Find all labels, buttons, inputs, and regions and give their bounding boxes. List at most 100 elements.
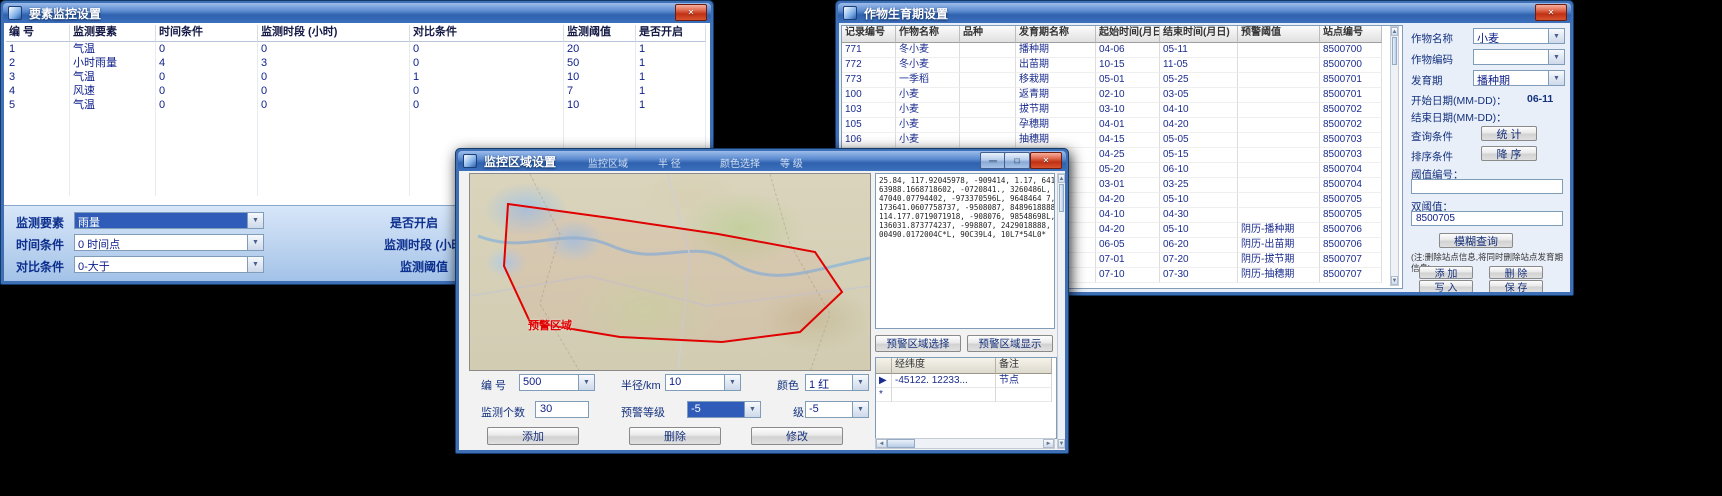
table-row[interactable]: 4风速00071 — [6, 84, 708, 98]
scroll-right-icon[interactable]: ► — [1043, 439, 1054, 448]
scroll-left-icon[interactable]: ◄ — [876, 439, 887, 448]
table-row[interactable]: 1气温000201 — [6, 42, 708, 56]
table-cell — [156, 112, 258, 126]
table-row[interactable]: 3气温001101 — [6, 70, 708, 84]
table-row[interactable]: * — [876, 388, 1056, 402]
chevron-down-icon[interactable]: ▼ — [1548, 50, 1564, 64]
monitor-count-input[interactable]: 30 — [535, 401, 589, 418]
table-row[interactable]: 103小麦拔节期03-1004-108500702 — [842, 103, 1402, 118]
titlebar[interactable]: 作物生育期设置 — [838, 3, 1571, 23]
table-row[interactable]: 106小麦抽穗期04-1505-058500703 — [842, 133, 1402, 148]
column-header[interactable]: 预警阈值 — [1238, 26, 1320, 43]
radius-select[interactable]: 10 ▼ — [665, 374, 741, 391]
table-row[interactable]: 771冬小麦播种期04-0605-118500700 — [842, 43, 1402, 58]
column-header[interactable]: 是否开启 — [636, 25, 706, 42]
crop-code-select[interactable]: ▼ — [1473, 49, 1565, 65]
column-header[interactable]: 品种 — [960, 26, 1016, 43]
coordinates-textarea[interactable]: 25.84, 117.92045978, -909414, 1.17, 6419… — [875, 173, 1055, 329]
column-header[interactable]: 起始时间(月日) — [1096, 26, 1160, 43]
add-button[interactable]: 添加 — [487, 427, 579, 445]
chevron-down-icon[interactable]: ▼ — [1548, 29, 1564, 43]
delete-button[interactable]: 删除 — [629, 427, 721, 445]
scrollbar-thumb[interactable] — [887, 439, 915, 448]
fuzzy-query-button[interactable]: 模糊查询 — [1439, 233, 1513, 248]
delete-button[interactable]: 删 除 — [1489, 266, 1543, 279]
chevron-down-icon[interactable]: ▼ — [247, 257, 263, 272]
table-row[interactable]: 105小麦孕穗期04-0104-208500702 — [842, 118, 1402, 133]
chevron-down-icon[interactable]: ▼ — [724, 375, 740, 390]
column-header[interactable]: 结束时间(月日) — [1160, 26, 1238, 43]
table-row[interactable]: 5气温000101 — [6, 98, 708, 112]
scroll-up-icon[interactable]: ▲ — [1058, 174, 1065, 183]
chevron-down-icon[interactable]: ▼ — [852, 402, 868, 417]
scrollbar-thumb[interactable] — [1392, 37, 1397, 65]
time-condition-select[interactable]: 0 时间点 ▼ — [74, 234, 264, 251]
close-icon[interactable]: ✕ — [1030, 152, 1062, 169]
table-cell — [6, 126, 70, 140]
points-table[interactable]: 经纬度备注▶-45122. 12233...节点* — [875, 357, 1057, 439]
column-header[interactable]: 监测时段 (小时) — [258, 25, 410, 42]
close-icon[interactable]: ✕ — [1535, 4, 1567, 21]
column-header[interactable]: 时间条件 — [156, 25, 258, 42]
modify-button[interactable]: 修改 — [751, 427, 843, 445]
column-header[interactable]: 对比条件 — [410, 25, 564, 42]
compare-condition-select[interactable]: 0-大于 ▼ — [74, 256, 264, 273]
column-header[interactable]: 站点编号 — [1320, 26, 1382, 43]
scrollbar-thumb[interactable] — [1059, 184, 1064, 212]
column-header[interactable]: 编 号 — [6, 25, 70, 42]
chevron-down-icon[interactable]: ▼ — [744, 402, 760, 417]
column-header[interactable]: 作物名称 — [896, 26, 960, 43]
stage-select[interactable]: 播种期 ▼ — [1473, 70, 1565, 86]
select-area-button[interactable]: 预警区域选择 — [875, 335, 961, 352]
table-row[interactable]: ▶-45122. 12233...节点 — [876, 374, 1056, 388]
table-vertical-scrollbar[interactable]: ▲ ▼ — [1390, 26, 1399, 286]
column-header[interactable]: 记录编号 — [842, 26, 896, 43]
scrollbar-track[interactable] — [915, 439, 1043, 448]
scroll-down-icon[interactable]: ▼ — [1391, 276, 1398, 285]
query-button[interactable]: 统 计 — [1481, 126, 1537, 141]
points-horizontal-scrollbar[interactable]: ◄ ► — [875, 438, 1055, 449]
warn-level-select[interactable]: -5 ▼ — [687, 401, 761, 418]
column-header[interactable]: 发育期名称 — [1016, 26, 1096, 43]
table-row[interactable]: 772冬小麦出苗期10-1511-058500700 — [842, 58, 1402, 73]
element-select[interactable]: 雨量 ▼ — [74, 212, 264, 229]
show-area-button[interactable]: 预警区域显示 — [967, 335, 1053, 352]
chevron-down-icon[interactable]: ▼ — [578, 375, 594, 390]
titlebar[interactable]: 要素监控设置 — [3, 3, 711, 23]
table-row[interactable]: 100小麦返青期02-1003-058500701 — [842, 88, 1402, 103]
minimize-icon[interactable]: — — [980, 152, 1006, 169]
column-header[interactable]: 经纬度 — [892, 358, 996, 374]
close-icon[interactable]: ✕ — [675, 4, 707, 21]
chevron-down-icon[interactable]: ▼ — [852, 375, 868, 390]
sort-button[interactable]: 降 序 — [1481, 146, 1537, 161]
chevron-down-icon[interactable]: ▼ — [247, 213, 263, 228]
station-input[interactable]: 8500705 — [1411, 211, 1563, 226]
column-header[interactable]: 备注 — [996, 358, 1052, 374]
maximize-icon[interactable]: □ — [1004, 152, 1030, 169]
scroll-up-icon[interactable]: ▲ — [1391, 27, 1398, 36]
chevron-down-icon[interactable]: ▼ — [247, 235, 263, 250]
write-button[interactable]: 写 入 — [1419, 280, 1473, 292]
chevron-down-icon[interactable]: ▼ — [1548, 71, 1564, 85]
panel-vertical-scrollbar[interactable]: ▲ ▼ — [1057, 173, 1065, 449]
titlebar[interactable]: 监控区域设置 监控区域 半 径 颜色选择 等 级 — [458, 151, 1066, 171]
table-cell: 阴历-出苗期 — [1238, 238, 1320, 253]
add-button[interactable]: 添 加 — [1419, 266, 1473, 279]
table-cell: 小麦 — [896, 88, 960, 103]
column-header[interactable]: 监测阈值 — [564, 25, 636, 42]
map-view[interactable]: 预警区域 — [469, 173, 871, 371]
area-no-select[interactable]: 500 ▼ — [519, 374, 595, 391]
table-row[interactable]: 2小时雨量430501 — [6, 56, 708, 70]
table-cell: 孕穗期 — [1016, 118, 1096, 133]
grade-select[interactable]: -5 ▼ — [805, 401, 869, 418]
color-select[interactable]: 1 红 ▼ — [805, 374, 869, 391]
column-header[interactable] — [876, 358, 892, 374]
table-row[interactable]: 773一季稻移栽期05-0105-258500701 — [842, 73, 1402, 88]
window-title: 作物生育期设置 — [857, 5, 948, 22]
save-button[interactable]: 保 存 — [1489, 280, 1543, 292]
threshold-no-input[interactable] — [1411, 179, 1563, 194]
column-header[interactable]: 监测要素 — [70, 25, 156, 42]
table-cell: 0 — [156, 84, 258, 98]
scroll-down-icon[interactable]: ▼ — [1058, 439, 1065, 448]
crop-name-select[interactable]: 小麦 ▼ — [1473, 28, 1565, 44]
